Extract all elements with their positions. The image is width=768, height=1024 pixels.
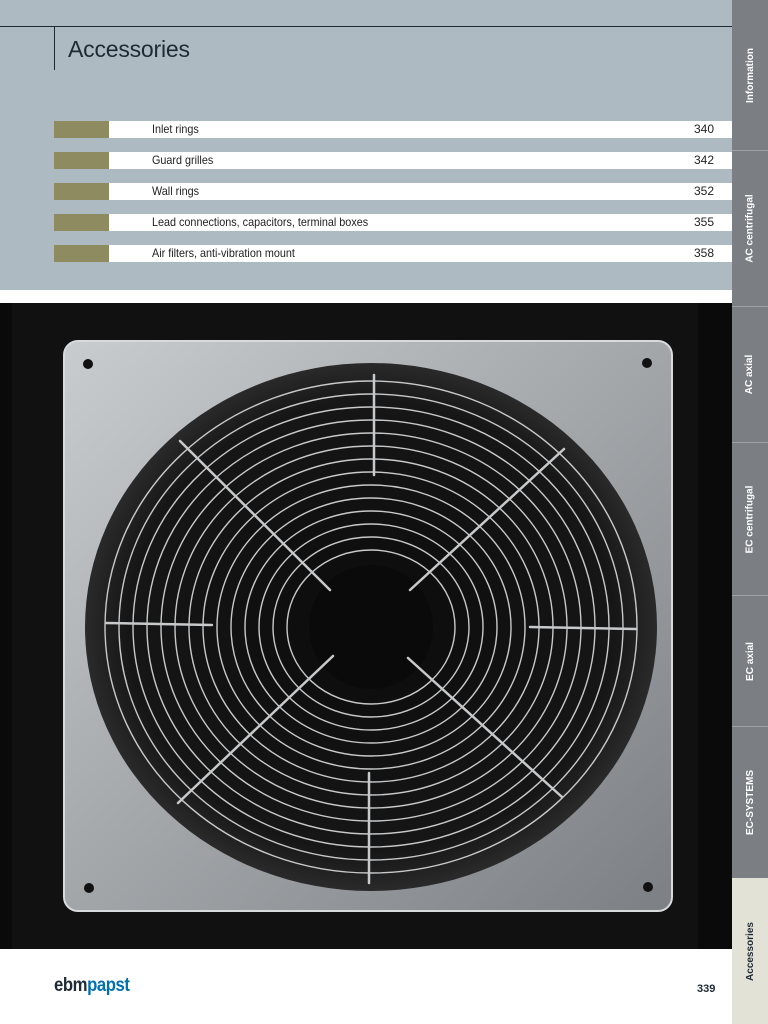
hub-opening bbox=[309, 565, 433, 689]
toc-item-label: Guard grilles bbox=[152, 153, 214, 167]
toc-item-page: 340 bbox=[693, 122, 714, 136]
tab-label: Accessories bbox=[744, 921, 756, 981]
mounting-hole bbox=[642, 358, 652, 368]
toc-item[interactable]: Lead connections, capacitors, terminal b… bbox=[54, 214, 732, 231]
toc-item-label: Wall rings bbox=[152, 184, 200, 198]
guard-grille-photo bbox=[0, 303, 732, 949]
tab-label: EC centrifugal bbox=[744, 485, 756, 553]
tab-information[interactable]: Information bbox=[732, 0, 768, 150]
tab-ac-axial[interactable]: AC axial bbox=[732, 307, 768, 442]
tab-label: EC-SYSTEMS bbox=[744, 769, 756, 836]
toc-item[interactable]: Guard grilles 342 bbox=[54, 152, 732, 169]
toc-item[interactable]: Wall rings 352 bbox=[54, 183, 732, 200]
toc-swatch bbox=[54, 183, 109, 200]
toc-item-label: Inlet rings bbox=[152, 122, 199, 136]
mounting-hole bbox=[84, 883, 94, 893]
brand-logo: ebmpapst bbox=[54, 975, 130, 997]
toc-swatch bbox=[54, 121, 109, 138]
logo-text-ebm: ebm bbox=[54, 975, 88, 996]
mounting-hole bbox=[643, 882, 653, 892]
tab-ec-centrifugal[interactable]: EC centrifugal bbox=[732, 443, 768, 595]
toc-swatch bbox=[54, 245, 109, 262]
section-sidebar: Information AC centrifugal AC axial EC c… bbox=[732, 0, 768, 1024]
toc-item-label: Air filters, anti-vibration mount bbox=[152, 246, 295, 260]
toc-item[interactable]: Air filters, anti-vibration mount 358 bbox=[54, 245, 732, 262]
page-title: Accessories bbox=[68, 36, 190, 62]
logo-text-papst: papst bbox=[87, 975, 130, 996]
toc-item[interactable]: Inlet rings 340 bbox=[54, 121, 732, 138]
tab-label: EC axial bbox=[744, 641, 756, 681]
header-rule bbox=[0, 26, 732, 27]
toc-item-page: 358 bbox=[693, 246, 714, 260]
page-number: 339 bbox=[697, 983, 716, 995]
tab-label: AC centrifugal bbox=[744, 194, 756, 263]
mounting-hole bbox=[83, 359, 93, 369]
title-accent-bar bbox=[54, 27, 55, 70]
guard-grille-illustration bbox=[12, 303, 698, 949]
toc-swatch bbox=[54, 214, 109, 231]
tab-accessories[interactable]: Accessories bbox=[732, 878, 768, 1024]
tab-ac-centrifugal[interactable]: AC centrifugal bbox=[732, 151, 768, 306]
tab-ec-axial[interactable]: EC axial bbox=[732, 596, 768, 726]
tab-ec-systems[interactable]: EC-SYSTEMS bbox=[732, 727, 768, 878]
toc-swatch bbox=[54, 152, 109, 169]
toc-item-page: 342 bbox=[693, 153, 714, 167]
toc-item-label: Lead connections, capacitors, terminal b… bbox=[152, 215, 369, 229]
toc-item-page: 355 bbox=[693, 215, 714, 229]
tab-label: Information bbox=[744, 47, 756, 103]
tab-label: AC axial bbox=[744, 354, 756, 395]
toc-item-page: 352 bbox=[693, 184, 714, 198]
